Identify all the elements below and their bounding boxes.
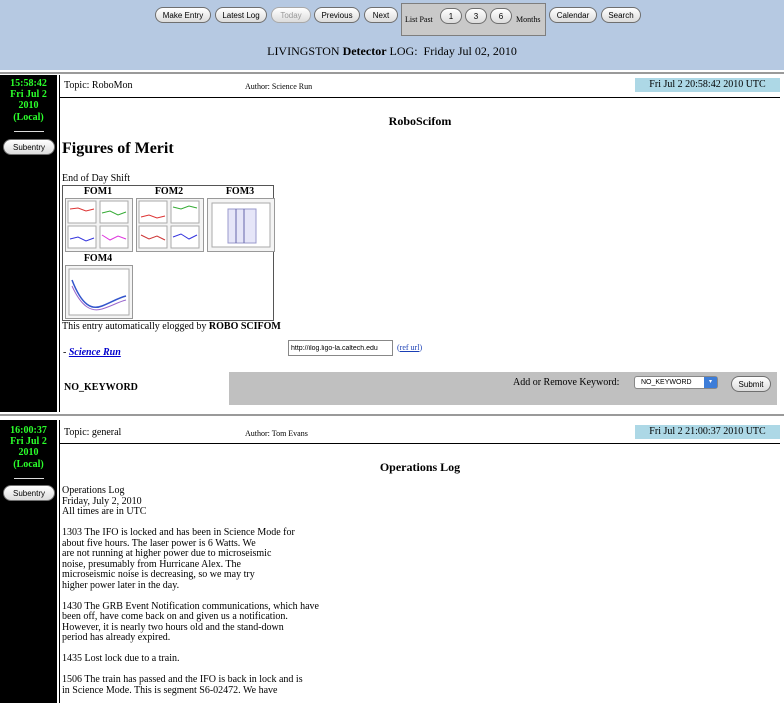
list-past-1-button[interactable]: 1: [440, 8, 462, 24]
list-past-group: List Past 1 3 6 Months: [401, 3, 546, 36]
log-line: higher power later in the day.: [62, 579, 180, 591]
entry-time: 15:58:42: [10, 78, 47, 89]
sidebar-divider: [14, 478, 44, 479]
fom2-thumbnail[interactable]: [136, 198, 204, 252]
fom3-label: FOM3: [225, 186, 255, 197]
log-line: Operations Log: [62, 485, 125, 496]
operations-log-body: Operations Log Friday, July 2, 2010 All ti…: [62, 485, 319, 696]
entry-author: Author: Science Run: [245, 82, 313, 91]
keyword-select[interactable]: NO_KEYWORD ▾: [634, 376, 718, 389]
subentry-button[interactable]: Subentry: [3, 485, 55, 501]
auto-elog-note: This entry automatically elogged by ROBO…: [62, 321, 281, 332]
fom4-label: FOM4: [83, 253, 113, 264]
previous-button[interactable]: Previous: [314, 7, 360, 23]
add-remove-keyword-label: Add or Remove Keyword:: [513, 377, 620, 388]
page-title: LIVINGSTON Detector LOG: Friday Jul 02, …: [267, 44, 517, 58]
entry-utc-date: Fri Jul 2 21:00:37 2010 UTC: [635, 425, 780, 439]
log-line: been off, have come back on and given us…: [62, 611, 288, 622]
fom2-label: FOM2: [154, 186, 184, 197]
entry-title: RoboScifom: [388, 114, 452, 128]
entry-day: Fri Jul 2: [10, 89, 47, 100]
keyword-label: NO_KEYWORD: [64, 382, 138, 393]
entry-topic: Topic: RoboMon: [64, 80, 133, 91]
today-button[interactable]: Today: [271, 7, 311, 23]
list-past-label: List Past: [405, 15, 433, 24]
entry-divider: [0, 414, 784, 416]
entry-day: Fri Jul 2: [10, 436, 47, 447]
science-run-link[interactable]: Science Run: [69, 347, 121, 358]
log-line: 1506 The train has passed and the IFO is…: [62, 674, 303, 685]
fom2-cell: FOM2: [134, 186, 204, 197]
months-label: Months: [516, 15, 541, 24]
log-line: 1435 Lost lock due to a train.: [62, 653, 180, 664]
sidebar-divider: [14, 131, 44, 132]
log-line: period has already expired.: [62, 632, 171, 643]
entry-sidebar: [0, 75, 57, 412]
entry-title: Operations Log: [379, 460, 461, 474]
entry-time: 16:00:37: [10, 425, 47, 436]
entry-divider: [0, 72, 784, 74]
log-line: are not running at higher power due to m…: [62, 548, 272, 559]
search-button[interactable]: Search: [601, 7, 641, 23]
list-past-6-button[interactable]: 6: [490, 8, 512, 24]
submit-button[interactable]: Submit: [731, 376, 771, 392]
keyword-panel: Add or Remove Keyword: NO_KEYWORD ▾ Subm…: [229, 372, 777, 405]
fom3-thumbnail[interactable]: [207, 198, 275, 252]
fom1-thumbnail[interactable]: [65, 198, 133, 252]
entry-topic: Topic: general: [64, 427, 122, 438]
fom1-label: FOM1: [83, 186, 113, 197]
log-line: All times are in UTC: [62, 506, 147, 517]
fom4-cell: FOM4: [63, 253, 133, 264]
shift-label: End of Day Shift: [62, 173, 131, 184]
science-run-link-row: - Science Run: [63, 347, 121, 358]
make-entry-button[interactable]: Make Entry: [155, 7, 211, 23]
list-past-3-button[interactable]: 3: [465, 8, 487, 24]
entry-local-label: (Local): [13, 459, 44, 470]
latest-log-button[interactable]: Latest Log: [215, 7, 267, 23]
chevron-down-icon: ▾: [704, 377, 717, 388]
ref-url-link[interactable]: (ref url): [397, 343, 422, 352]
fom-table: FOM1 FOM2 FOM3 FOM4: [62, 185, 275, 321]
url-field[interactable]: [288, 340, 393, 356]
next-button[interactable]: Next: [364, 7, 398, 23]
fom3-cell: FOM3: [205, 186, 275, 197]
header-bar: Make Entry Latest Log Today Previous Nex…: [0, 0, 784, 70]
log-line: microseismic noise is decreasing, so we …: [62, 569, 255, 580]
figures-heading: Figures of Merit: [62, 140, 174, 157]
entry-local-label: (Local): [13, 112, 44, 123]
entry-header-rule: [60, 443, 780, 444]
fom1-cell: FOM1: [63, 186, 133, 197]
entry-year: 2010: [18, 447, 39, 458]
entry-header-rule: [60, 97, 780, 98]
log-line: in Science Mode. This is segment S6-0247…: [62, 684, 278, 696]
fom4-thumbnail[interactable]: [65, 265, 133, 319]
calendar-button[interactable]: Calendar: [549, 7, 597, 23]
entry-utc-date: Fri Jul 2 20:58:42 2010 UTC: [635, 78, 780, 92]
subentry-button[interactable]: Subentry: [3, 139, 55, 155]
entry-year: 2010: [18, 100, 39, 111]
log-line: 1303 The IFO is locked and has been in S…: [62, 527, 295, 538]
entry-author: Author: Tom Evans: [245, 429, 308, 438]
